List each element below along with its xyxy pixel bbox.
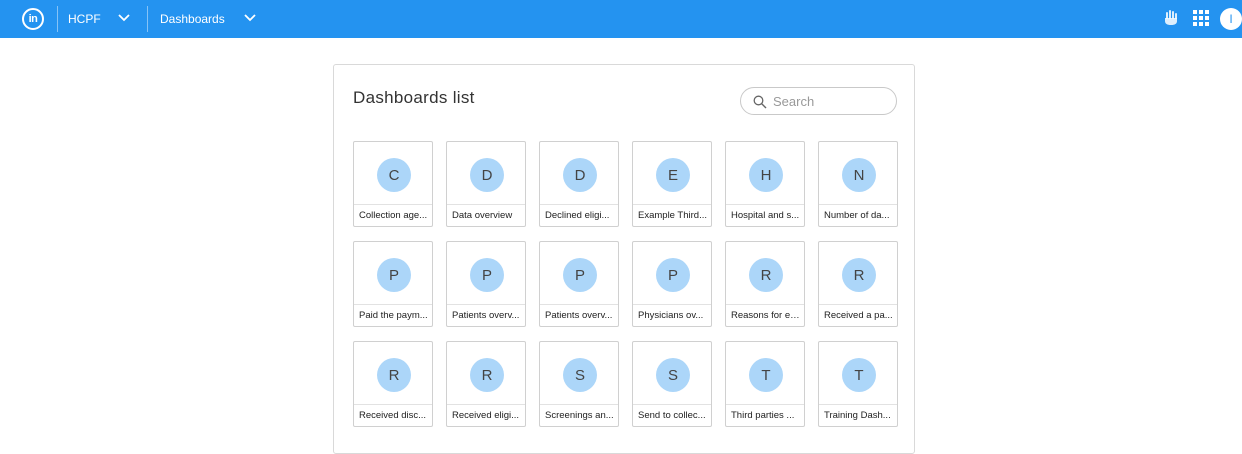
user-avatar[interactable]: I bbox=[1220, 8, 1242, 30]
dashboard-card-label: Patients overv... bbox=[447, 304, 525, 327]
dashboard-card-label: Hospital and s... bbox=[726, 204, 804, 227]
search-box[interactable] bbox=[740, 87, 897, 115]
top-navigation-bar: in HCPF Dashboards I bbox=[0, 0, 1242, 38]
dashboard-card-label: Paid the paym... bbox=[354, 304, 432, 327]
dashboard-card[interactable]: D Declined eligi... bbox=[539, 141, 619, 227]
dashboard-initial-avatar: P bbox=[377, 258, 411, 292]
dashboard-card-label: Patients overv... bbox=[540, 304, 618, 327]
dashboard-card[interactable]: P Patients overv... bbox=[539, 241, 619, 327]
org-selector-label[interactable]: HCPF bbox=[68, 12, 101, 26]
app-logo[interactable]: in bbox=[22, 8, 44, 30]
dashboard-card[interactable]: R Received disc... bbox=[353, 341, 433, 427]
dashboard-card-label: Collection age... bbox=[354, 204, 432, 227]
dashboard-card[interactable]: P Physicians ov... bbox=[632, 241, 712, 327]
dashboard-card[interactable]: D Data overview bbox=[446, 141, 526, 227]
dashboard-initial-avatar: S bbox=[656, 358, 690, 392]
dashboard-initial-avatar: H bbox=[749, 158, 783, 192]
chevron-down-icon[interactable] bbox=[117, 13, 131, 23]
search-icon bbox=[753, 95, 767, 109]
dashboard-card-label: Send to collec... bbox=[633, 404, 711, 427]
dashboard-initial-avatar: P bbox=[470, 258, 504, 292]
dashboard-card-label: Third parties ... bbox=[726, 404, 804, 427]
dashboard-initial-avatar: N bbox=[842, 158, 876, 192]
dashboard-card[interactable]: N Number of da... bbox=[818, 141, 898, 227]
dashboard-grid: C Collection age... D Data overview D Decline… bbox=[353, 141, 898, 427]
dashboard-card-label: Training Dash... bbox=[819, 404, 897, 427]
dashboard-card[interactable]: R Received eligi... bbox=[446, 341, 526, 427]
dashboard-initial-avatar: R bbox=[470, 358, 504, 392]
dashboard-card-label: Data overview bbox=[447, 204, 525, 227]
dashboard-initial-avatar: P bbox=[563, 258, 597, 292]
dashboard-card[interactable]: H Hospital and s... bbox=[725, 141, 805, 227]
dashboard-initial-avatar: R bbox=[377, 358, 411, 392]
dashboard-card-label: Received disc... bbox=[354, 404, 432, 427]
hand-icon[interactable] bbox=[1163, 9, 1179, 27]
dashboard-card-label: Screenings an... bbox=[540, 404, 618, 427]
dashboard-card[interactable]: R Received a pa... bbox=[818, 241, 898, 327]
dashboard-card-label: Declined eligi... bbox=[540, 204, 618, 227]
dashboard-card[interactable]: R Reasons for el... bbox=[725, 241, 805, 327]
dashboard-initial-avatar: R bbox=[749, 258, 783, 292]
dashboard-card-label: Example Third... bbox=[633, 204, 711, 227]
dashboard-card[interactable]: S Send to collec... bbox=[632, 341, 712, 427]
dashboard-card[interactable]: P Patients overv... bbox=[446, 241, 526, 327]
dashboard-initial-avatar: E bbox=[656, 158, 690, 192]
dashboards-panel: Dashboards list C Collection age... D Data … bbox=[333, 64, 915, 454]
dashboard-card-label: Physicians ov... bbox=[633, 304, 711, 327]
nav-divider bbox=[147, 6, 148, 32]
dashboard-initial-avatar: P bbox=[656, 258, 690, 292]
dashboard-card[interactable]: C Collection age... bbox=[353, 141, 433, 227]
dashboard-initial-avatar: S bbox=[563, 358, 597, 392]
panel-title: Dashboards list bbox=[353, 88, 475, 107]
dashboard-initial-avatar: T bbox=[749, 358, 783, 392]
dashboard-card-label: Number of da... bbox=[819, 204, 897, 227]
dashboard-card[interactable]: T Training Dash... bbox=[818, 341, 898, 427]
dashboard-card-label: Received eligi... bbox=[447, 404, 525, 427]
dashboard-card[interactable]: S Screenings an... bbox=[539, 341, 619, 427]
dashboard-card-label: Received a pa... bbox=[819, 304, 897, 327]
search-input[interactable] bbox=[773, 91, 888, 111]
dashboard-initial-avatar: C bbox=[377, 158, 411, 192]
apps-grid-icon[interactable] bbox=[1192, 9, 1210, 27]
dashboard-card-label: Reasons for el... bbox=[726, 304, 804, 327]
dashboard-initial-avatar: R bbox=[842, 258, 876, 292]
dashboard-card[interactable]: E Example Third... bbox=[632, 141, 712, 227]
section-selector-label[interactable]: Dashboards bbox=[160, 12, 225, 26]
dashboard-card[interactable]: T Third parties ... bbox=[725, 341, 805, 427]
chevron-down-icon[interactable] bbox=[243, 13, 257, 23]
dashboard-initial-avatar: D bbox=[563, 158, 597, 192]
dashboard-initial-avatar: T bbox=[842, 358, 876, 392]
dashboard-card[interactable]: P Paid the paym... bbox=[353, 241, 433, 327]
dashboard-initial-avatar: D bbox=[470, 158, 504, 192]
nav-divider bbox=[57, 6, 58, 32]
